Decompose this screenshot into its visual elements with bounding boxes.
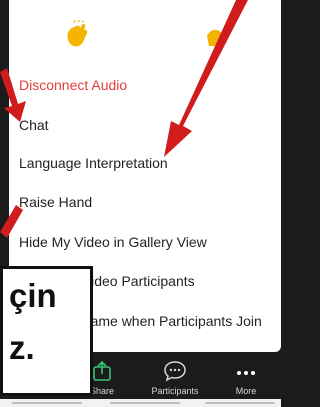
more-label: More — [235, 386, 257, 396]
caption-overlay: çin z. — [0, 266, 93, 396]
thumbs-up-emoji-icon[interactable] — [199, 20, 229, 50]
reactions-row — [9, 0, 281, 66]
more-button[interactable]: More — [211, 352, 281, 399]
caption-line-2: z. — [9, 329, 35, 366]
language-interpretation-item[interactable]: Language Interpretation — [19, 155, 168, 171]
caption-line-1: çin — [9, 277, 57, 314]
participants-label: Participants — [151, 386, 199, 396]
participants-chat-icon — [164, 361, 186, 382]
nav-segment — [12, 402, 82, 404]
disconnect-audio-item[interactable]: Disconnect Audio — [19, 77, 127, 93]
nav-segment — [205, 402, 275, 404]
raise-hand-item[interactable]: Raise Hand — [19, 194, 92, 210]
share-icon — [93, 360, 111, 381]
chat-item[interactable]: Chat — [19, 117, 49, 133]
nav-segment — [110, 402, 180, 404]
system-navigation-bar — [0, 399, 281, 407]
more-dots-icon — [237, 371, 255, 375]
hide-my-video-item[interactable]: Hide My Video in Gallery View — [19, 234, 207, 250]
clap-emoji-icon[interactable] — [63, 20, 93, 50]
participants-button[interactable]: Participants — [140, 352, 210, 399]
